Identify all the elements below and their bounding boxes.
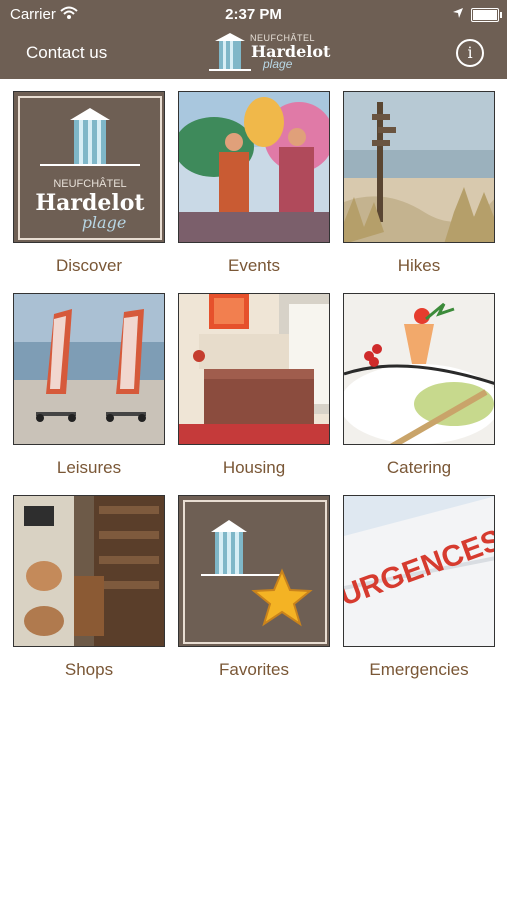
leisures-label[interactable]: Leisures (13, 458, 165, 478)
info-icon[interactable]: i (456, 39, 484, 67)
contact-us-button[interactable]: Contact us (26, 43, 107, 63)
favorites-label[interactable]: Favorites (178, 660, 330, 680)
logo-sub-text: plage (263, 57, 293, 71)
leisures-tile[interactable] (13, 293, 165, 445)
discover-top-text: NEUFCHÂTEL (53, 177, 126, 190)
location-arrow-icon (452, 6, 464, 23)
discover-sub-text: plage (82, 213, 127, 232)
housing-label[interactable]: Housing (178, 458, 330, 478)
housing-tile[interactable] (178, 293, 330, 445)
hikes-label[interactable]: Hikes (343, 256, 495, 276)
shops-label[interactable]: Shops (13, 660, 165, 680)
emergencies-tile[interactable]: URGENCES (343, 495, 495, 647)
top-bar: Carrier 2:37 PM Contact us NEUFCHÂTEL Ha… (0, 0, 507, 79)
hikes-tile[interactable] (343, 91, 495, 243)
catering-label[interactable]: Catering (343, 458, 495, 478)
events-tile[interactable] (178, 91, 330, 243)
clock: 2:37 PM (225, 6, 282, 23)
emergencies-label[interactable]: Emergencies (343, 660, 495, 680)
discover-tile[interactable]: NEUFCHÂTEL Hardelot plage (13, 91, 165, 243)
favorites-tile[interactable] (178, 495, 330, 647)
catering-tile[interactable] (343, 293, 495, 445)
shops-tile[interactable] (13, 495, 165, 647)
discover-label[interactable]: Discover (13, 256, 165, 276)
app-logo: NEUFCHÂTEL Hardelot plage (201, 31, 330, 75)
navigation-bar: Contact us NEUFCHÂTEL Hardelot plage i (0, 28, 507, 79)
battery-icon (471, 8, 502, 22)
status-bar: Carrier 2:37 PM (0, 0, 507, 28)
events-label[interactable]: Events (178, 256, 330, 276)
